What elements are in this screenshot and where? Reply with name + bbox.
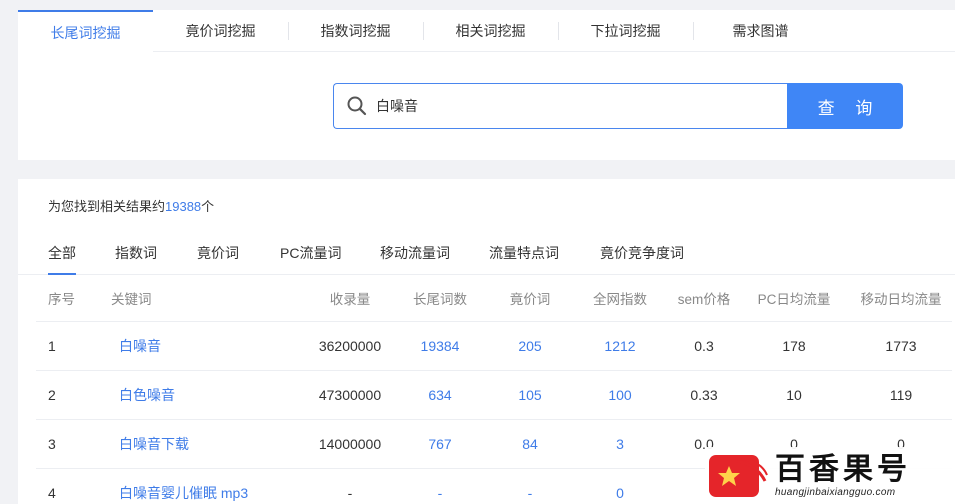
watermark-subtitle: huangjinbaixiangguo.com <box>775 487 896 498</box>
pc-daily: 178 <box>738 321 850 371</box>
indexed-count: 36200000 <box>310 321 390 371</box>
header-keyword: 关键词 <box>80 275 310 322</box>
tab-related-words[interactable]: 相关词挖掘 <box>423 10 558 52</box>
result-prefix: 为您找到相关结果约 <box>48 199 166 214</box>
tab-demand-graph[interactable]: 需求图谱 <box>693 10 828 52</box>
filter-tab-bid-competition[interactable]: 竟价竞争度词 <box>600 243 684 275</box>
filter-tab-pc-traffic[interactable]: PC流量词 <box>280 243 341 275</box>
indexed-count: - <box>310 468 390 504</box>
network-index-link[interactable]: 100 <box>570 370 670 420</box>
keyword-link[interactable]: 白色噪音 <box>80 370 310 420</box>
longtail-count-link[interactable]: - <box>390 468 490 504</box>
mobile-daily: 119 <box>850 370 952 420</box>
result-summary: 为您找到相关结果约19388个 <box>48 196 214 215</box>
table-header-row: 序号 关键词 收录量 长尾词数 竟价词 全网指数 sem价格 PC日均流量 移动… <box>36 275 952 322</box>
mobile-daily: 1773 <box>850 321 952 371</box>
bid-words-link[interactable]: 84 <box>490 419 570 469</box>
result-suffix: 个 <box>201 199 215 214</box>
tab-longtail[interactable]: 长尾词挖掘 <box>18 10 153 53</box>
row-index: 4 <box>36 468 80 504</box>
filter-tab-traffic-feature[interactable]: 流量特点词 <box>489 243 559 275</box>
header-sem-price: sem价格 <box>670 275 738 322</box>
row-index: 3 <box>36 419 80 469</box>
table-row: 2 白色噪音 47300000 634 105 100 0.33 10 119 <box>36 370 952 420</box>
network-index-link[interactable]: 3 <box>570 419 670 469</box>
bid-words-link[interactable]: - <box>490 468 570 504</box>
pc-daily: 10 <box>738 370 850 420</box>
bid-words-link[interactable]: 205 <box>490 321 570 371</box>
longtail-count-link[interactable]: 767 <box>390 419 490 469</box>
keyword-link[interactable]: 白噪音婴儿催眠 mp3 <box>80 468 310 504</box>
header-pc-daily: PC日均流量 <box>738 275 850 322</box>
logo-icon <box>709 454 768 497</box>
sem-price: 0.3 <box>670 321 738 371</box>
header-longtail-count: 长尾词数 <box>390 275 490 322</box>
keyword-link[interactable]: 白噪音 <box>80 321 310 371</box>
longtail-count-link[interactable]: 634 <box>390 370 490 420</box>
tab-bid-words[interactable]: 竟价词挖掘 <box>153 10 288 52</box>
search-panel: 长尾词挖掘 竟价词挖掘 指数词挖掘 相关词挖掘 下拉词挖掘 需求图谱 查 询 <box>18 10 955 160</box>
header-index: 序号 <box>36 275 80 322</box>
filter-tab-bid[interactable]: 竟价词 <box>197 243 239 275</box>
header-network-index: 全网指数 <box>570 275 670 322</box>
search-box <box>333 83 787 129</box>
tab-index-words[interactable]: 指数词挖掘 <box>288 10 423 52</box>
filter-tab-all[interactable]: 全部 <box>48 243 76 275</box>
network-index-link[interactable]: 0 <box>570 468 670 504</box>
tool-tabs: 长尾词挖掘 竟价词挖掘 指数词挖掘 相关词挖掘 下拉词挖掘 需求图谱 <box>18 10 955 53</box>
row-index: 2 <box>36 370 80 420</box>
network-index-link[interactable]: 1212 <box>570 321 670 371</box>
search-input[interactable] <box>376 98 787 114</box>
search-button[interactable]: 查 询 <box>787 83 903 129</box>
filter-tabs: 全部 指数词 竟价词 PC流量词 移动流量词 流量特点词 竟价竞争度词 <box>18 229 955 275</box>
sem-price: 0.33 <box>670 370 738 420</box>
filter-tab-index[interactable]: 指数词 <box>115 243 157 275</box>
header-mobile-daily: 移动日均流量 <box>850 275 952 322</box>
row-index: 1 <box>36 321 80 371</box>
keyword-link[interactable]: 白噪音下载 <box>80 419 310 469</box>
watermark: 百香果号 huangjinbaixiangguo.com <box>705 447 955 504</box>
tab-dropdown-words[interactable]: 下拉词挖掘 <box>558 10 693 52</box>
table-row: 1 白噪音 36200000 19384 205 1212 0.3 178 17… <box>36 321 952 371</box>
search-icon <box>347 96 367 116</box>
indexed-count: 47300000 <box>310 370 390 420</box>
longtail-count-link[interactable]: 19384 <box>390 321 490 371</box>
indexed-count: 14000000 <box>310 419 390 469</box>
header-indexed-count: 收录量 <box>310 275 390 322</box>
filter-tab-mobile-traffic[interactable]: 移动流量词 <box>380 243 450 275</box>
watermark-title: 百香果号 <box>775 452 911 487</box>
bid-words-link[interactable]: 105 <box>490 370 570 420</box>
header-bid-words: 竟价词 <box>490 275 570 322</box>
result-count: 19388 <box>165 199 202 214</box>
